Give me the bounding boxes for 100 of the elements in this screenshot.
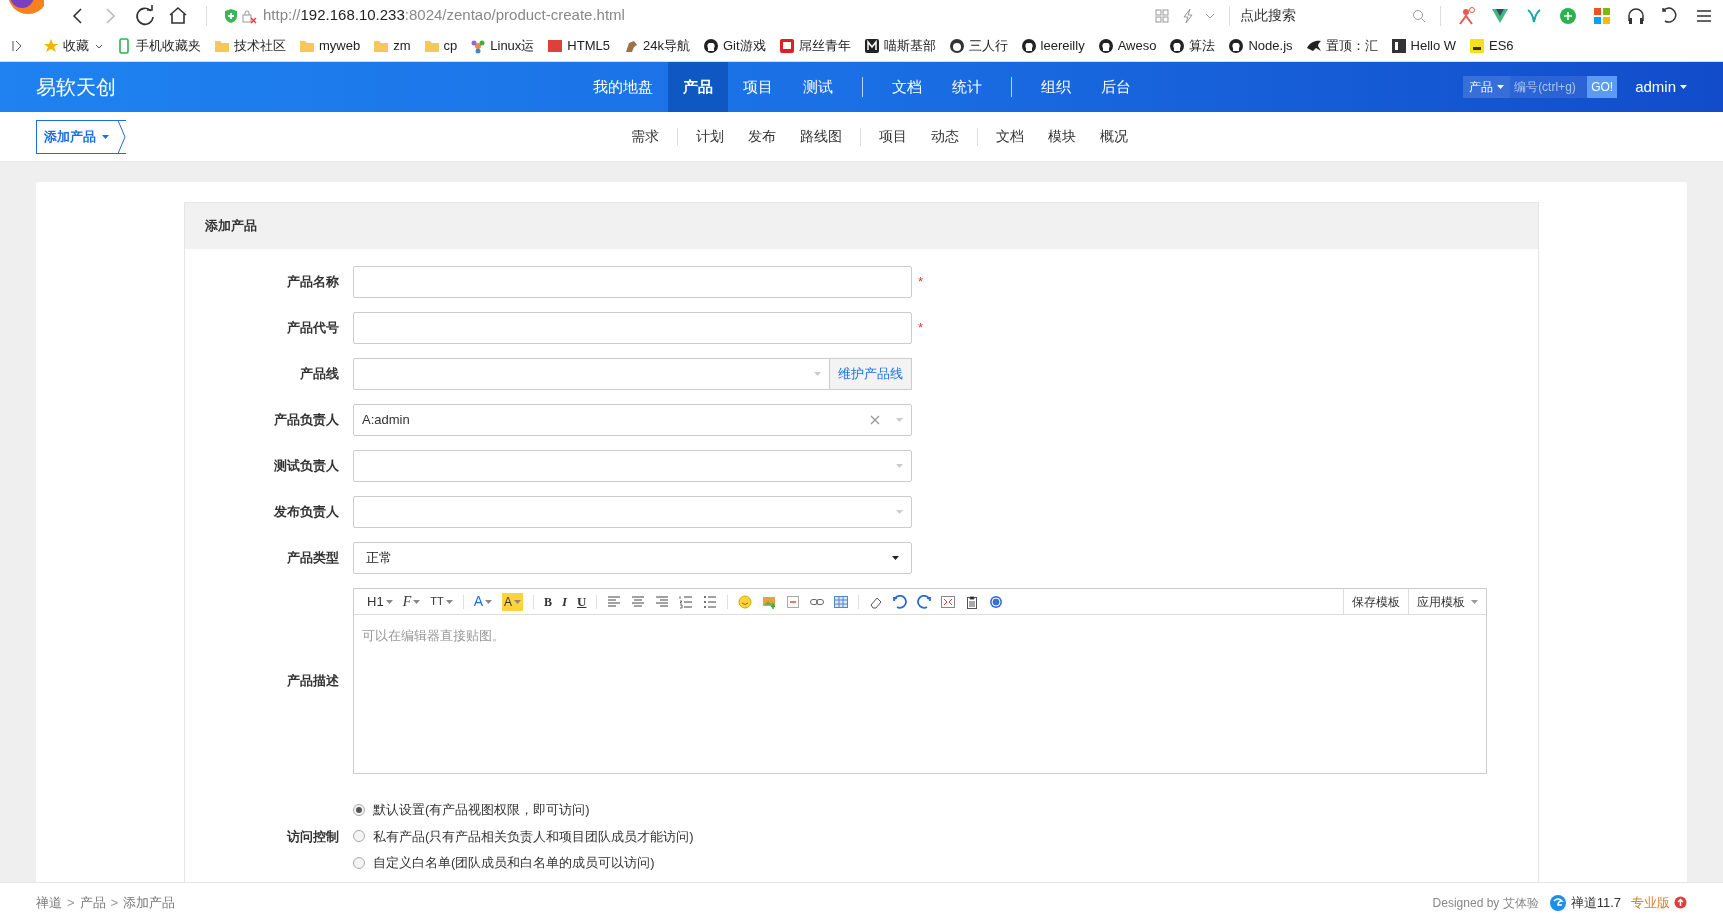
add-product-button[interactable]: 添加产品: [36, 119, 126, 154]
emoji-icon[interactable]: [738, 594, 753, 609]
bookmark-link[interactable]: ES6: [1469, 36, 1514, 56]
picker-field[interactable]: [353, 450, 912, 482]
bookmark-link[interactable]: Aweso: [1097, 36, 1157, 56]
subnav-link[interactable]: 模块: [1036, 126, 1088, 147]
bold-button[interactable]: B: [544, 592, 552, 611]
search-icon[interactable]: [1412, 8, 1426, 23]
user-menu[interactable]: admin: [1635, 75, 1687, 99]
bookmark-link[interactable]: 屌丝青年: [778, 36, 851, 56]
fullscreen-icon[interactable]: [941, 594, 956, 609]
image-icon[interactable]: [762, 594, 777, 609]
version-link[interactable]: 禅道11.7: [1570, 892, 1621, 913]
align-right-icon[interactable]: [655, 594, 670, 609]
text-field[interactable]: [353, 312, 912, 344]
align-center-icon[interactable]: [631, 594, 646, 609]
text-field[interactable]: [353, 266, 912, 298]
redo-icon[interactable]: [917, 594, 932, 609]
lightning-icon[interactable]: [1181, 7, 1195, 24]
nav-tab[interactable]: 后台: [1085, 62, 1146, 112]
nav-tab[interactable]: 文档: [876, 62, 937, 112]
radio-button[interactable]: [353, 856, 365, 869]
address-bar[interactable]: http://192.168.10.233:8024/zentao/product-create.html: [263, 4, 625, 27]
select-field[interactable]: 正常: [353, 542, 912, 574]
bookmark-link[interactable]: 算法: [1169, 36, 1216, 56]
select-field[interactable]: [353, 358, 830, 390]
maintain-button[interactable]: 维护产品线: [830, 358, 912, 390]
bookmark-link[interactable]: Node.js: [1228, 36, 1293, 56]
subnav-link[interactable]: 概况: [1088, 126, 1140, 147]
table-icon[interactable]: [834, 594, 849, 609]
breadcrumb-link[interactable]: 添加产品: [123, 892, 176, 913]
bookmark-link[interactable]: 24k导航: [622, 36, 690, 56]
nav-tab[interactable]: 产品: [667, 62, 728, 112]
italic-button[interactable]: I: [562, 591, 568, 612]
breadcrumb-link[interactable]: 产品: [79, 892, 106, 913]
nav-tab[interactable]: 我的地盘: [577, 62, 668, 112]
subnav-link[interactable]: 计划: [684, 126, 736, 147]
field-label: 产品名称: [286, 273, 340, 292]
subnav-link[interactable]: 动态: [919, 126, 971, 147]
clear-icon[interactable]: [870, 415, 880, 425]
undo-icon[interactable]: [1661, 6, 1679, 25]
bookmark-link[interactable]: 三人行: [948, 36, 1008, 56]
subnav-link[interactable]: 需求: [619, 126, 671, 147]
radio-option[interactable]: 私有产品(只有产品相关负责人和项目团队成员才能访问): [353, 826, 694, 846]
grid-icon[interactable]: [1155, 8, 1169, 23]
picker-field[interactable]: A:admin: [353, 404, 912, 436]
bookmark-link[interactable]: myweb: [299, 36, 361, 56]
sidebar-toggle-icon[interactable]: [12, 40, 22, 52]
code-icon[interactable]: [786, 594, 801, 609]
bookmark-link[interactable]: Hello W: [1390, 36, 1457, 56]
upgrade-icon[interactable]: [1674, 896, 1687, 909]
nav-tab[interactable]: 测试: [787, 62, 848, 112]
bookmark-link[interactable]: 技术社区: [214, 36, 286, 56]
help-icon[interactable]: [989, 594, 1004, 609]
radio-button[interactable]: [353, 830, 365, 843]
paste-icon[interactable]: [965, 594, 980, 609]
headphones-icon[interactable]: [1627, 6, 1645, 25]
underline-button[interactable]: U: [577, 591, 587, 612]
translate-icon[interactable]: [1559, 6, 1577, 25]
bullet-list-icon[interactable]: [703, 594, 718, 609]
subnav-link[interactable]: 路线图: [788, 126, 854, 147]
breadcrumb-link[interactable]: 禅道: [36, 892, 62, 913]
sprout-icon[interactable]: [1525, 6, 1543, 25]
bookmark-link[interactable]: cp: [423, 36, 458, 56]
subnav-link[interactable]: 项目: [867, 126, 919, 147]
radio-option[interactable]: 默认设置(有产品视图权限，即可访问): [353, 800, 694, 820]
search-field[interactable]: 点此搜索: [1240, 5, 1412, 26]
tiles-icon[interactable]: [1593, 6, 1611, 25]
bookmark-link[interactable]: 手机收藏夹: [116, 36, 201, 56]
template-button[interactable]: 保存模板: [1343, 589, 1408, 614]
app-logo[interactable]: 易软天创: [36, 72, 116, 102]
chevron-icon[interactable]: [1205, 12, 1215, 19]
bookmark-link[interactable]: 收藏: [43, 36, 103, 56]
numbered-list-icon[interactable]: [679, 594, 694, 609]
search-type-dropdown[interactable]: 产品: [1463, 76, 1511, 98]
subnav-link[interactable]: 发布: [736, 126, 788, 147]
template-button[interactable]: 应用模板: [1408, 589, 1486, 614]
bookmark-link[interactable]: leereilly: [1020, 36, 1085, 56]
nav-tab[interactable]: 组织: [1025, 62, 1086, 112]
font-color-button[interactable]: A: [473, 591, 492, 612]
bookmark-link[interactable]: 置顶：汇: [1305, 36, 1378, 56]
bookmark-link[interactable]: zm: [373, 36, 411, 56]
highlight-button[interactable]: A: [502, 592, 523, 611]
heading-button[interactable]: H1: [367, 591, 393, 612]
rich-text-editor[interactable]: H1 F TT A A B I U 保存模板 应用模板 可以在编辑器直接贴图。: [353, 588, 1487, 774]
vue-logo-icon[interactable]: [1491, 6, 1509, 25]
font-family-button[interactable]: F: [402, 591, 421, 612]
nav-tab[interactable]: 统计: [936, 62, 997, 112]
people-icon[interactable]: [1457, 6, 1475, 25]
nav-tab[interactable]: 项目: [727, 62, 788, 112]
bookmark-link[interactable]: Linux运: [470, 36, 535, 56]
subnav-link[interactable]: 文档: [984, 126, 1036, 147]
font-size-button[interactable]: TT: [430, 593, 453, 610]
radio-option[interactable]: 自定义白名单(团队成员和白名单的成员可以访问): [353, 853, 694, 873]
align-left-icon[interactable]: [607, 594, 622, 609]
picker-field[interactable]: [353, 496, 912, 528]
bookmark-link[interactable]: 喵斯基部: [863, 36, 936, 56]
bookmark-link[interactable]: HTML5: [547, 36, 610, 56]
radio-button[interactable]: [353, 803, 365, 816]
bookmark-link[interactable]: Git游戏: [702, 36, 766, 56]
